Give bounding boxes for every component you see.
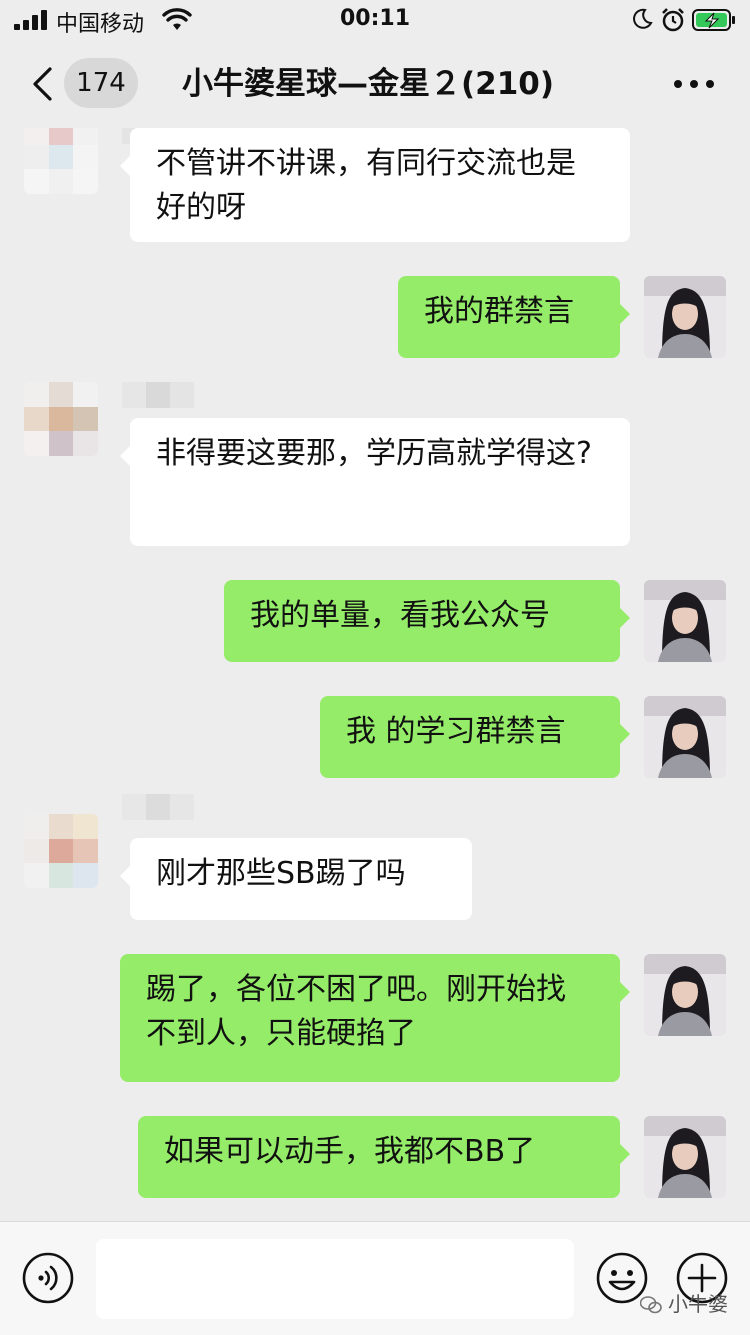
watermark: 小牛婆: [640, 1288, 728, 1317]
message-bubble[interactable]: 非得要这要那，学历高就学得这?: [120, 418, 630, 546]
wechat-logo-icon: [640, 1296, 662, 1314]
my-avatar[interactable]: [644, 580, 726, 662]
message-bubble[interactable]: 如果可以动手，我都不BB了: [138, 1116, 630, 1198]
unread-count-badge[interactable]: 174: [64, 58, 138, 108]
sender-avatar-blurred[interactable]: [24, 814, 98, 888]
watermark-text: 小牛婆: [668, 1292, 728, 1316]
message-bubble[interactable]: 我 的学习群禁言: [320, 696, 630, 778]
alarm-icon: [662, 8, 684, 32]
moon-icon: [633, 8, 653, 29]
status-bar: 中国移动 00:11: [0, 0, 750, 40]
avatar-photo-icon: [644, 580, 726, 662]
sender-avatar-blurred[interactable]: [24, 128, 98, 194]
avatar-photo-icon: [644, 954, 726, 1036]
message-bubble[interactable]: 踢了，各位不困了吧。刚开始找不到人，只能硬掐了: [120, 954, 630, 1082]
my-avatar[interactable]: [644, 954, 726, 1036]
my-avatar[interactable]: [644, 276, 726, 358]
my-avatar[interactable]: [644, 1116, 726, 1198]
voice-icon[interactable]: [22, 1252, 74, 1304]
message-list[interactable]: 不管讲不讲课，有同行交流也是好的呀 我的群禁言 非得要这要那，学历高就学得这? …: [0, 128, 750, 1221]
message-bubble[interactable]: 不管讲不讲课，有同行交流也是好的呀: [120, 128, 630, 242]
sender-name-blurred: [122, 794, 194, 820]
avatar-photo-icon: [644, 276, 726, 358]
message-bubble[interactable]: 我的群禁言: [398, 276, 630, 358]
battery-charging-icon: [692, 9, 735, 31]
more-options-icon[interactable]: [674, 80, 714, 90]
message-input[interactable]: [96, 1239, 574, 1319]
avatar-photo-icon: [644, 696, 726, 778]
message-bubble[interactable]: 我的单量，看我公众号: [224, 580, 630, 662]
sender-name-blurred: [122, 382, 194, 408]
avatar-photo-icon: [644, 1116, 726, 1198]
my-avatar[interactable]: [644, 696, 726, 778]
chat-header: 174 小牛婆星球—金星２(210): [0, 40, 750, 128]
chat-title: 小牛婆星球—金星２(210): [182, 66, 555, 102]
sender-avatar-blurred[interactable]: [24, 382, 98, 456]
back-chevron-icon[interactable]: [30, 66, 54, 102]
input-bar: [0, 1221, 750, 1335]
message-bubble[interactable]: 刚才那些SB踢了吗: [120, 838, 472, 920]
